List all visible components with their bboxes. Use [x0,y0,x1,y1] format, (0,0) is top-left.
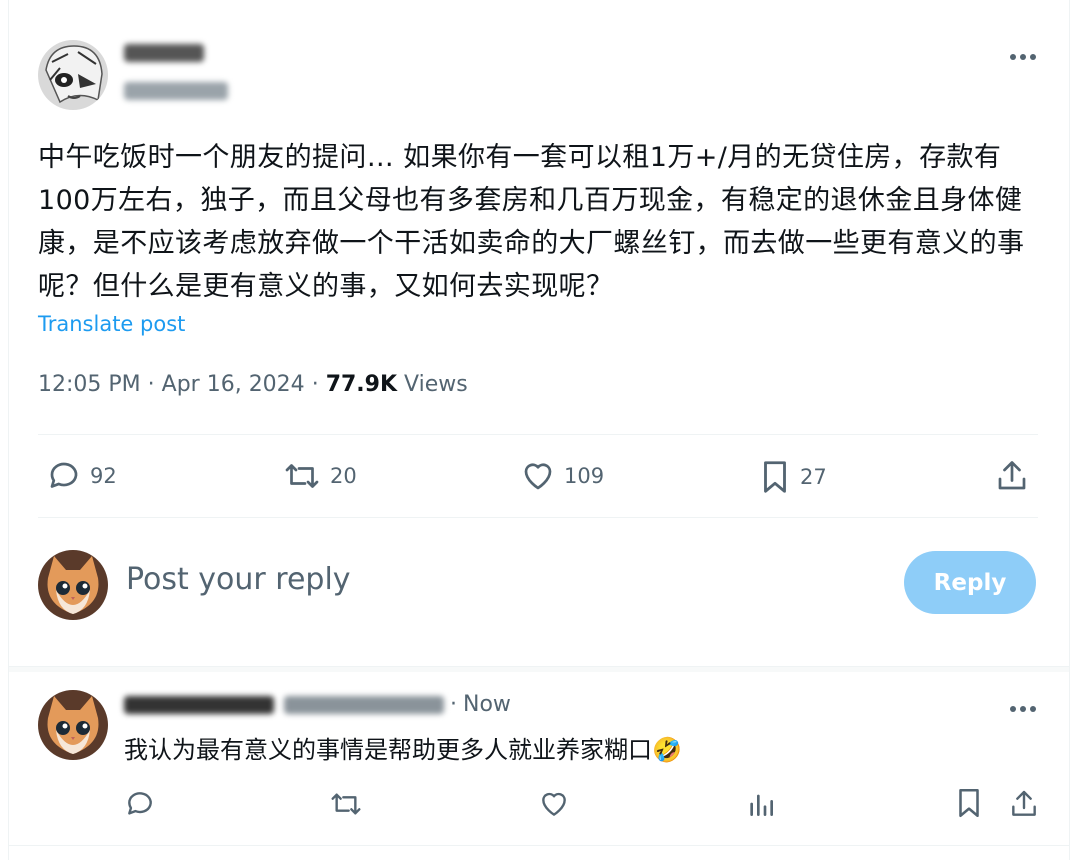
post-time[interactable]: 12:05 PM [38,372,141,397]
author-avatar[interactable] [38,40,108,110]
reply-count: 92 [90,464,117,488]
section-separator [9,666,1069,672]
reply-like-button[interactable] [538,788,570,820]
bookmark-icon [959,788,979,818]
reply-author-name-redacted [124,695,274,714]
reply-repost-button[interactable] [328,788,364,820]
divider [9,845,1069,846]
post-text: 中午吃饭时一个朋友的提问… 如果你有一套可以租1万+/月的无贷住房，存款有100… [38,142,1025,302]
heart-icon [524,463,552,490]
translate-post-link[interactable]: Translate post [38,312,185,336]
reply-author-avatar[interactable] [38,690,108,760]
post-date[interactable]: Apr 16, 2024 [162,372,305,397]
reply-author-handle-redacted [284,695,444,714]
reply-header: · Now [124,692,511,717]
reply-comment-button[interactable] [124,788,156,820]
repost-action-button[interactable]: 20 [282,458,357,494]
comment-icon [128,792,152,815]
post-metadata: 12:05 PM · Apr 16, 2024 · 77.9K Views [38,372,468,397]
heart-icon [542,792,566,816]
reply-time-separator: · [450,692,457,717]
current-user-avatar[interactable] [38,550,108,620]
views-label: Views [404,372,468,397]
divider [38,434,1038,435]
reply-action-button[interactable]: 92 [46,458,117,494]
like-count: 109 [564,464,605,488]
repost-count: 20 [330,464,357,488]
divider [38,517,1038,518]
comment-icon [50,462,78,488]
reply-share-button[interactable] [1008,788,1040,820]
bookmark-icon [764,461,786,493]
more-dots-icon [1010,706,1036,712]
bookmark-count: 27 [800,465,827,489]
bookmark-action-button[interactable]: 27 [758,458,827,496]
share-action-button[interactable] [994,458,1030,494]
reply-more-options-button[interactable] [1008,694,1038,724]
post-more-options-button[interactable] [1008,42,1038,72]
meta-separator: · [311,372,319,397]
reply-analytics-button[interactable] [746,788,776,820]
reply-submit-button[interactable]: Reply [904,551,1036,614]
repost-icon [285,464,319,488]
reply-input[interactable]: Post your reply [126,562,351,597]
reply-bookmark-button[interactable] [954,786,984,820]
share-icon [1012,790,1036,816]
author-handle-redacted [124,82,228,100]
meta-separator: · [147,372,155,397]
reply-text: 我认为最有意义的事情是帮助更多人就业养家糊口🤣 [124,736,682,764]
author-name-redacted [124,44,204,62]
like-action-button[interactable]: 109 [520,458,604,494]
share-icon [998,461,1026,490]
more-dots-icon [1010,54,1036,60]
reply-time[interactable]: Now [463,692,511,717]
analytics-icon [750,794,774,816]
views-count: 77.9K [325,372,398,397]
repost-icon [331,793,361,815]
